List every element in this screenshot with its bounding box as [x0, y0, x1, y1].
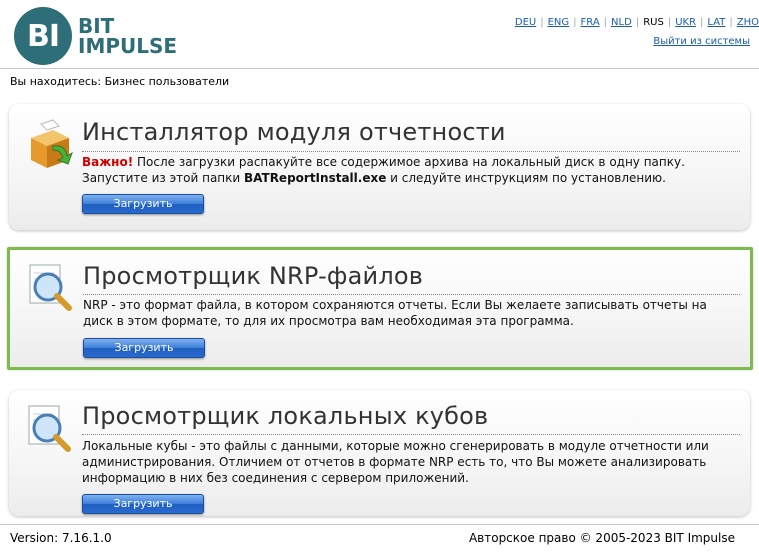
card-local-cubes-viewer: Просмотрщик локальных кубов Локальные ку…: [9, 390, 750, 516]
card-divider: [83, 294, 740, 295]
card-title: Просмотрщик локальных кубов: [82, 402, 489, 430]
lang-nld[interactable]: NLD: [611, 17, 632, 28]
lang-eng[interactable]: ENG: [548, 17, 570, 28]
lang-ukr[interactable]: UKR: [675, 17, 696, 28]
important-label: Важно!: [82, 155, 134, 169]
text-line-2c: и следуйте инструкциям по установлению.: [386, 171, 666, 185]
download-installer-button[interactable]: Загрузить: [82, 194, 204, 214]
magnifier-document-icon: [23, 400, 77, 456]
logo-text: BIT IMPULSE: [78, 16, 177, 56]
card-nrp-viewer: Просмотрщик NRP-файлов NRP - это формат …: [7, 247, 753, 370]
card-title: Просмотрщик NRP-файлов: [83, 262, 424, 290]
logo-line2: IMPULSE: [78, 34, 178, 58]
card-title: Инсталлятор модуля отчетности: [82, 118, 506, 146]
logo-line1: BIT: [78, 14, 115, 38]
lang-deu[interactable]: DEU: [515, 17, 536, 28]
card-divider: [82, 151, 740, 152]
lang-rus-current: RUS: [643, 17, 664, 28]
installer-filename: BATReportInstall.exe: [244, 171, 387, 185]
header: BI BIT IMPULSE DEU | ENG | FRA | NLD | RUS | UKR | L…: [0, 0, 759, 68]
lang-lat[interactable]: LAT: [707, 17, 725, 28]
magnifier-document-icon: [24, 259, 78, 315]
card-description: NRP - это формат файла, в котором сохран…: [83, 298, 707, 328]
card-installer: Инсталлятор модуля отчетности Важно! Пос…: [9, 104, 750, 230]
text-line-1: После загрузки распакуйте все содержимое…: [133, 155, 685, 169]
card-description: Локальные кубы - это файлы с данными, ко…: [82, 439, 709, 485]
card-divider: [82, 434, 740, 435]
download-cubes-viewer-button[interactable]: Загрузить: [82, 494, 204, 514]
text-line-2a: Запустите из этой папки: [82, 171, 244, 185]
installer-box-icon: [23, 116, 77, 172]
header-divider: [0, 68, 759, 69]
lang-fra[interactable]: FRA: [581, 17, 600, 28]
copyright-label: Авторское право © 2005-2023 BIT Impulse: [468, 531, 735, 545]
logo[interactable]: BI BIT IMPULSE: [14, 7, 177, 65]
card-description: Важно! После загрузки распакуйте все сод…: [82, 154, 740, 186]
logo-mark: BI: [14, 7, 72, 65]
download-nrp-viewer-button[interactable]: Загрузить: [83, 338, 205, 358]
logout-link[interactable]: Выйти из системы: [653, 36, 750, 47]
version-label: Version: 7.16.1.0: [10, 531, 112, 545]
language-switcher: DEU | ENG | FRA | NLD | RUS | UKR | LAT | ZHO: [514, 17, 759, 28]
footer-divider: [0, 524, 759, 525]
lang-zho[interactable]: ZHO: [737, 17, 759, 28]
breadcrumb: Вы находитесь: Бизнес пользователи: [10, 75, 230, 88]
